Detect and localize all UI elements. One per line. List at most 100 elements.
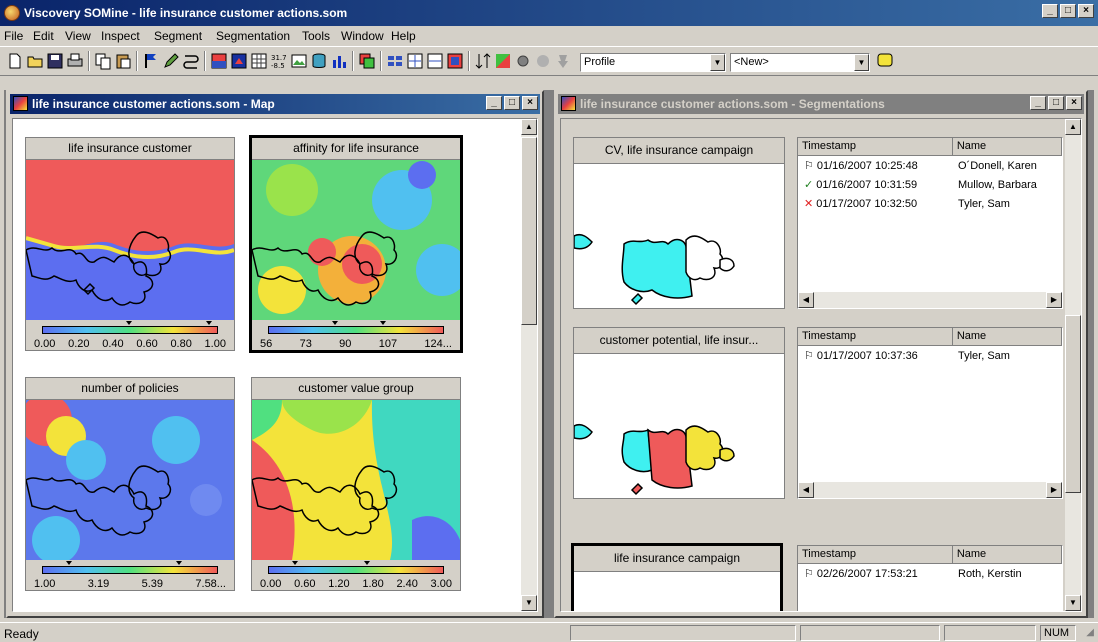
profile-combo[interactable]: Profile ▼ [580, 53, 726, 72]
horizontal-scrollbar[interactable]: ◀ ▶ [798, 292, 1062, 308]
component-map-icon[interactable] [210, 52, 228, 70]
map-card-number-of-policies[interactable]: number of policies 1.00 3.19 5.39 7.58..… [25, 377, 235, 591]
menu-segment[interactable]: Segment [154, 29, 202, 43]
cross-icon: ✕ [804, 198, 814, 210]
scroll-thumb[interactable] [1065, 315, 1081, 493]
chevron-down-icon[interactable]: ▼ [710, 54, 725, 71]
map-card-customer-value-group[interactable]: customer value group 0.00 0.60 1.20 1.80… [251, 377, 461, 591]
segmentation-log[interactable]: Timestamp Name ⚐ 01/17/2007 10:37:36 Tyle… [797, 327, 1063, 499]
horizontal-scrollbar[interactable]: ◀ ▶ [798, 482, 1062, 498]
note-icon[interactable] [876, 52, 894, 70]
segment-compare-icon[interactable] [426, 52, 444, 70]
column-header-name[interactable]: Name [952, 546, 1062, 564]
segmentation-log[interactable]: Timestamp Name ⚐ 02/26/2007 17:53:21 Roth… [797, 545, 1063, 611]
new-file-icon[interactable] [6, 52, 24, 70]
copy-icon[interactable] [94, 52, 112, 70]
color-map-icon[interactable] [494, 52, 512, 70]
flag-icon[interactable] [142, 52, 160, 70]
resize-grip-icon[interactable]: ◢ [1086, 627, 1094, 638]
segmentations-window-content: CV, life insurance campaign Timestamp Na… [560, 118, 1082, 612]
menu-inspect[interactable]: Inspect [101, 29, 140, 43]
menu-help[interactable]: Help [391, 29, 416, 43]
segmentation-title: CV, life insurance campaign [574, 138, 784, 164]
maximize-button[interactable]: □ [1048, 96, 1064, 110]
close-button[interactable]: × [1078, 4, 1094, 18]
open-folder-icon[interactable] [26, 52, 44, 70]
segmentation-card-selected[interactable]: life insurance campaign [571, 543, 783, 611]
menu-view[interactable]: View [65, 29, 91, 43]
scroll-left-button[interactable]: ◀ [798, 482, 814, 498]
close-button[interactable]: × [522, 96, 538, 110]
sort-icon[interactable] [474, 52, 492, 70]
log-row[interactable]: ✓ 01/16/2007 10:31:59 Mullow, Barbara [798, 175, 1062, 194]
maximize-button[interactable]: □ [504, 96, 520, 110]
flag-icon: ⚐ [804, 568, 814, 580]
maximize-button[interactable]: □ [1060, 4, 1076, 18]
segmentation-card[interactable]: CV, life insurance campaign [573, 137, 785, 309]
segmentation-card[interactable]: customer potential, life insur... [573, 327, 785, 499]
segment-grid-icon[interactable] [386, 52, 404, 70]
minimize-button[interactable]: _ [486, 96, 502, 110]
scroll-up-button[interactable]: ▲ [1065, 119, 1081, 135]
menu-segmentation[interactable]: Segmentation [216, 29, 290, 43]
map-card-affinity[interactable]: affinity for life insurance 56 73 90 107… [249, 135, 463, 353]
column-header-timestamp[interactable]: Timestamp [798, 546, 953, 564]
scroll-right-button[interactable]: ▶ [1046, 482, 1062, 498]
map-window-icon [13, 96, 28, 111]
path-icon[interactable] [182, 52, 200, 70]
status-pane [944, 625, 1036, 641]
picture-icon[interactable] [290, 52, 308, 70]
pencil-icon[interactable] [162, 52, 180, 70]
scroll-left-button[interactable]: ◀ [798, 292, 814, 308]
database-icon[interactable] [310, 52, 328, 70]
scroll-up-button[interactable]: ▲ [521, 119, 537, 135]
column-header-name[interactable]: Name [952, 138, 1062, 156]
print-icon[interactable] [66, 52, 84, 70]
minimize-button[interactable]: _ [1030, 96, 1046, 110]
map-title: number of policies [26, 378, 234, 400]
paste-icon[interactable] [114, 52, 132, 70]
new-combo[interactable]: <New> ▼ [730, 53, 870, 72]
layers-icon[interactable] [358, 52, 376, 70]
sphere-icon[interactable] [534, 52, 552, 70]
menu-edit[interactable]: Edit [33, 29, 54, 43]
close-button[interactable]: × [1066, 96, 1082, 110]
scroll-right-button[interactable]: ▶ [1046, 292, 1062, 308]
log-row[interactable]: ⚐ 01/17/2007 10:37:36 Tyler, Sam [798, 346, 1062, 365]
scroll-thumb[interactable] [521, 137, 537, 325]
cluster-map-icon[interactable] [230, 52, 248, 70]
segment-map-icon[interactable] [406, 52, 424, 70]
column-header-timestamp[interactable]: Timestamp [798, 328, 953, 346]
segmentation-title: life insurance campaign [574, 546, 780, 572]
log-row[interactable]: ✕ 01/17/2007 10:32:50 Tyler, Sam [798, 194, 1062, 213]
grid-icon[interactable] [250, 52, 268, 70]
status-pane [570, 625, 796, 641]
menu-window[interactable]: Window [341, 29, 384, 43]
bar-chart-icon[interactable] [330, 52, 348, 70]
pin-icon[interactable] [554, 52, 572, 70]
scroll-down-button[interactable]: ▼ [521, 595, 537, 611]
values-icon[interactable]: 31.7-8.5 [270, 52, 288, 70]
minimize-button[interactable]: _ [1042, 4, 1058, 18]
menu-tools[interactable]: Tools [302, 29, 330, 43]
segment-color-icon[interactable] [446, 52, 464, 70]
segmentation-log[interactable]: Timestamp Name ⚐ 01/16/2007 10:25:48 O´Do… [797, 137, 1063, 309]
column-header-name[interactable]: Name [952, 328, 1062, 346]
toolbar: 31.7 -8.5 Profile ▼ <New> ▼ [0, 46, 1098, 76]
map-card-life-insurance-customer[interactable]: life insurance customer 0.00 0.20 0.40 0… [25, 137, 235, 351]
scroll-down-button[interactable]: ▼ [1065, 595, 1081, 611]
new-combo-value: <New> [734, 56, 769, 68]
map-title: customer value group [252, 378, 460, 400]
app-icon[interactable] [4, 5, 20, 21]
chevron-down-icon[interactable]: ▼ [854, 54, 869, 71]
segmentations-window-scrollbar[interactable]: ▲ ▼ [1065, 119, 1081, 611]
log-row[interactable]: ⚐ 01/16/2007 10:25:48 O´Donell, Karen [798, 156, 1062, 175]
map-image [26, 160, 234, 320]
log-row[interactable]: ⚐ 02/26/2007 17:53:21 Roth, Kerstin [798, 564, 1062, 583]
save-icon[interactable] [46, 52, 64, 70]
map-window-scrollbar[interactable]: ▲ ▼ [521, 119, 537, 611]
menu-file[interactable]: File [4, 29, 23, 43]
gear-icon[interactable] [514, 52, 532, 70]
column-header-timestamp[interactable]: Timestamp [798, 138, 953, 156]
flag-icon: ⚐ [804, 350, 814, 362]
